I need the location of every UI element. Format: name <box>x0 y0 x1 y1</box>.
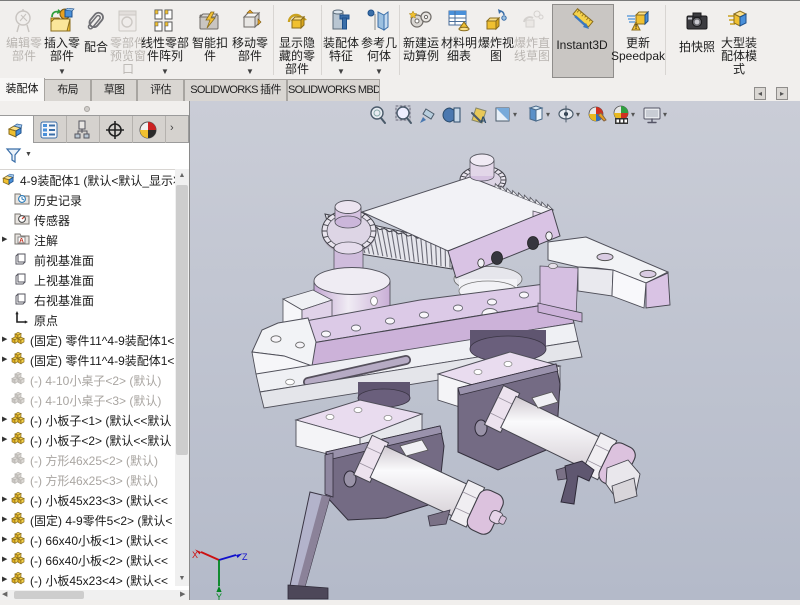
svg-text:▾: ▾ <box>546 110 550 119</box>
svg-text:▾: ▾ <box>663 110 667 119</box>
svg-text:!: ! <box>635 24 637 31</box>
svg-text:▾: ▾ <box>631 110 635 119</box>
svg-text:X: X <box>192 550 198 560</box>
svg-text:Z: Z <box>242 552 248 562</box>
svg-text:▾: ▾ <box>576 110 580 119</box>
svg-text:A: A <box>480 115 487 125</box>
svg-text:▾: ▾ <box>513 110 517 119</box>
svg-text:A: A <box>19 238 24 245</box>
svg-text:Y: Y <box>216 592 222 600</box>
